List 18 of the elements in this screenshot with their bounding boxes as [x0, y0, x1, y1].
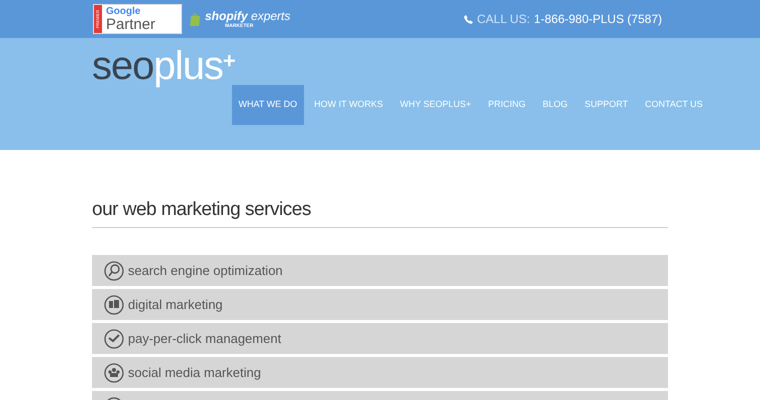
- seoplus-logo[interactable]: seoplus$^{+}$: [92, 46, 235, 86]
- phone-icon: [464, 14, 473, 24]
- nav-link[interactable]: SUPPORT: [578, 85, 635, 125]
- nav-link[interactable]: BLOG: [536, 85, 575, 125]
- nav-link[interactable]: WHY SEOPLUS+: [393, 85, 478, 125]
- section-heading: our web marketing services: [92, 200, 668, 228]
- nav-link[interactable]: PRICING: [481, 85, 533, 125]
- service-row[interactable]: digital marketing: [92, 289, 668, 320]
- nav-link[interactable]: WHAT WE DO: [232, 85, 304, 125]
- call-us-label: CALL US:: [477, 11, 530, 28]
- service-row[interactable]: search engine optimization: [92, 255, 668, 286]
- shopping-bag-icon: [190, 12, 201, 26]
- nav-link[interactable]: CONTACT US: [638, 85, 710, 125]
- phone-number[interactable]: 1-866-980-PLUS (7587): [534, 10, 662, 28]
- service-row[interactable]: pay-per-click management: [92, 323, 668, 354]
- nav-link[interactable]: HOW IT WORKS: [307, 85, 390, 125]
- service-row[interactable]: social media marketing: [92, 357, 668, 388]
- search-icon: [104, 260, 124, 280]
